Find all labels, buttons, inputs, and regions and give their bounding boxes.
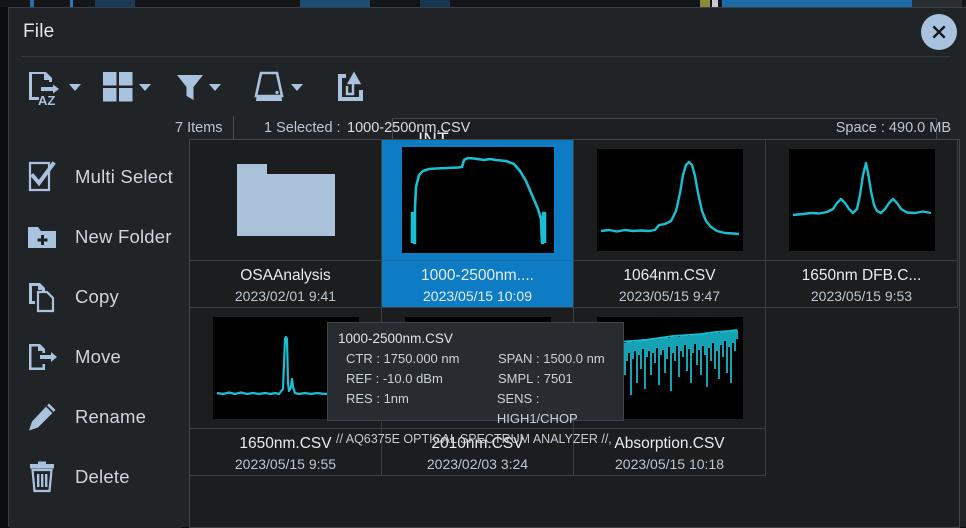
chevron-down-icon [291, 84, 303, 91]
sidebar: Multi Select New Folder Copy [9, 139, 181, 528]
sidebar-item-label: Move [75, 346, 121, 368]
sidebar-item-rename[interactable]: Rename [9, 387, 181, 447]
thumbnail [382, 140, 573, 260]
file-name: OSAAnalysis [190, 265, 381, 286]
background-window-segment [30, 0, 34, 7]
export-icon [334, 70, 366, 104]
file-date: 2023/05/15 9:53 [766, 286, 957, 306]
sort-az-button[interactable]: AZ [25, 64, 81, 110]
tooltip-row: CTR : 1750.000 nm SPAN : 1500.0 nm [336, 349, 623, 369]
chevron-down-icon [139, 84, 151, 91]
filter-button[interactable] [175, 64, 221, 110]
sort-az-icon: AZ [25, 68, 65, 106]
sidebar-item-delete[interactable]: Delete [9, 447, 181, 507]
pencil-icon [25, 402, 59, 432]
tooltip-footer: // AQ6375E OPTICAL SPECTRUM ANALYZER //, [336, 429, 623, 449]
sidebar-item-multi-select[interactable]: Multi Select [9, 147, 181, 207]
tooltip-span: SPAN : 1500.0 nm [498, 349, 605, 369]
selected-count-label: 1 Selected : [264, 120, 341, 136]
file-name: 1650nm DFB.C... [766, 265, 957, 286]
view-grid-button[interactable] [101, 64, 151, 110]
move-icon [25, 341, 59, 373]
spectrum-thumbnail-multi-peak [789, 149, 935, 251]
background-window-segment [912, 0, 962, 7]
storage-button[interactable] [251, 64, 303, 110]
checklist-icon [25, 161, 59, 193]
spectrum-thumbnail-broadband [402, 147, 554, 253]
tooltip-title: 1000-2500nm.CSV [336, 329, 623, 349]
folder-icon [237, 164, 335, 236]
background-window-segment [70, 0, 73, 7]
file-item-selected[interactable]: 1000-2500nm.... 2023/05/15 10:09 [382, 140, 574, 308]
background-window-segment [700, 0, 710, 7]
trash-icon [25, 461, 59, 493]
sidebar-item-move[interactable]: Move [9, 327, 181, 387]
file-date: 2023/05/15 9:55 [190, 454, 381, 474]
file-label: 1064nm.CSV 2023/05/15 9:47 [574, 260, 765, 307]
grid-icon [101, 70, 135, 104]
sidebar-item-label: Multi Select [75, 166, 173, 188]
background-window-segment [95, 0, 135, 7]
storage-space-label: Space : 490.0 MB [836, 120, 951, 136]
file-date: 2023/05/15 10:18 [574, 454, 765, 474]
file-label: OSAAnalysis 2023/02/01 9:41 [190, 260, 381, 307]
desktop-background-strip [0, 0, 966, 7]
file-item-1650nm-dfb[interactable]: 1650nm DFB.C... 2023/05/15 9:53 [766, 140, 958, 308]
toolbar: AZ [9, 58, 966, 116]
chevron-down-icon [69, 84, 81, 91]
export-button[interactable] [334, 64, 366, 110]
file-label: 1650nm DFB.C... 2023/05/15 9:53 [766, 260, 957, 307]
tooltip-res: RES : 1nm [346, 389, 497, 429]
sidebar-item-new-folder[interactable]: New Folder [9, 207, 181, 267]
file-info-tooltip: 1000-2500nm.CSV CTR : 1750.000 nm SPAN :… [327, 322, 624, 421]
svg-text:AZ: AZ [38, 93, 55, 106]
thumbnail [574, 140, 765, 260]
background-window-segment [300, 0, 370, 7]
dialog-titlebar: File [9, 8, 966, 56]
file-name: 1000-2500nm.... [382, 265, 573, 286]
background-window-segment [722, 0, 912, 7]
sidebar-item-label: Rename [75, 406, 146, 428]
sidebar-item-label: Delete [75, 466, 130, 488]
file-date: 2023/02/03 3:24 [382, 454, 573, 474]
filter-icon [175, 71, 205, 103]
file-item-folder[interactable]: OSAAnalysis 2023/02/01 9:41 [190, 140, 382, 308]
file-date: 2023/05/15 9:47 [574, 286, 765, 306]
file-label: 1000-2500nm.... 2023/05/15 10:09 [382, 260, 573, 307]
file-dialog: File AZ [8, 7, 966, 527]
drive-icon [251, 70, 287, 104]
background-window-segment [420, 0, 450, 7]
selected-file-label: 1000-2500nm.CSV [347, 120, 470, 136]
file-name: 1064nm.CSV [574, 265, 765, 286]
tooltip-row: REF : -10.0 dBm SMPL : 7501 [336, 369, 623, 389]
item-count-label: 7 Items [175, 120, 223, 136]
tooltip-ref: REF : -10.0 dBm [346, 369, 498, 389]
sidebar-item-label: Copy [75, 286, 119, 308]
file-item-1064nm[interactable]: 1064nm.CSV 2023/05/15 9:47 [574, 140, 766, 308]
copy-icon [25, 281, 59, 313]
tooltip-smpl: SMPL : 7501 [498, 369, 573, 389]
new-folder-icon [25, 223, 59, 251]
spectrum-thumbnail-single-peak [597, 149, 743, 251]
chevron-down-icon [209, 84, 221, 91]
sidebar-item-label: New Folder [75, 226, 172, 248]
thumbnail [766, 140, 957, 260]
title-divider [21, 56, 951, 57]
sidebar-item-copy[interactable]: Copy [9, 267, 181, 327]
tooltip-ctr: CTR : 1750.000 nm [346, 349, 498, 369]
close-icon[interactable] [921, 14, 957, 50]
file-date: 2023/02/01 9:41 [190, 286, 381, 306]
background-window-segment [712, 0, 718, 7]
file-date: 2023/05/15 10:09 [382, 286, 573, 306]
tooltip-row: RES : 1nm SENS : HIGH1/CHOP [336, 389, 623, 429]
page-title: File [23, 21, 54, 43]
thumbnail [190, 140, 381, 260]
tooltip-sens: SENS : HIGH1/CHOP [497, 389, 623, 429]
